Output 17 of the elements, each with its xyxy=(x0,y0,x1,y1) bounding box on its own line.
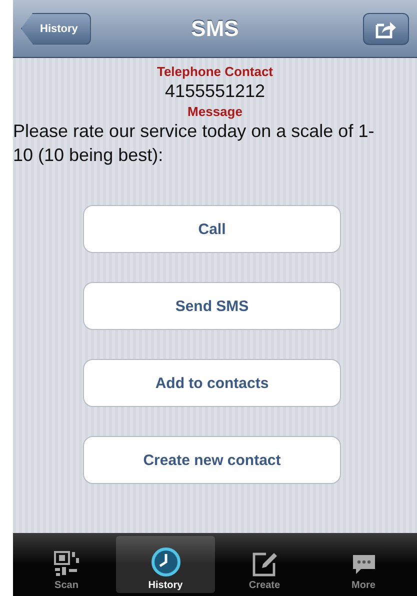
phone-number: 4155551212 xyxy=(164,81,266,102)
field-label: Telephone Contact xyxy=(156,64,274,79)
action-button[interactable]: Send SMS xyxy=(83,282,341,330)
action-button[interactable]: Call xyxy=(83,205,341,253)
clock-icon xyxy=(148,545,182,579)
tab-bar-item[interactable]: History xyxy=(116,536,215,593)
tab-bar-item[interactable]: More xyxy=(314,536,413,593)
qr-code-icon xyxy=(52,549,82,579)
tab-bar-item[interactable]: Create xyxy=(215,536,314,593)
share-button[interactable] xyxy=(363,12,409,44)
action-button[interactable]: Create new contact xyxy=(83,436,341,484)
screen-title: SMS xyxy=(191,16,239,42)
action-button[interactable]: Add to contacts xyxy=(83,359,341,407)
field-label: Message xyxy=(188,104,242,119)
tab-bar-item[interactable]: Scan xyxy=(17,536,116,593)
message-text: Please rate our service today on a scale of 1-10 (10 being best): xyxy=(13,120,376,167)
back-button[interactable]: History xyxy=(21,12,91,44)
